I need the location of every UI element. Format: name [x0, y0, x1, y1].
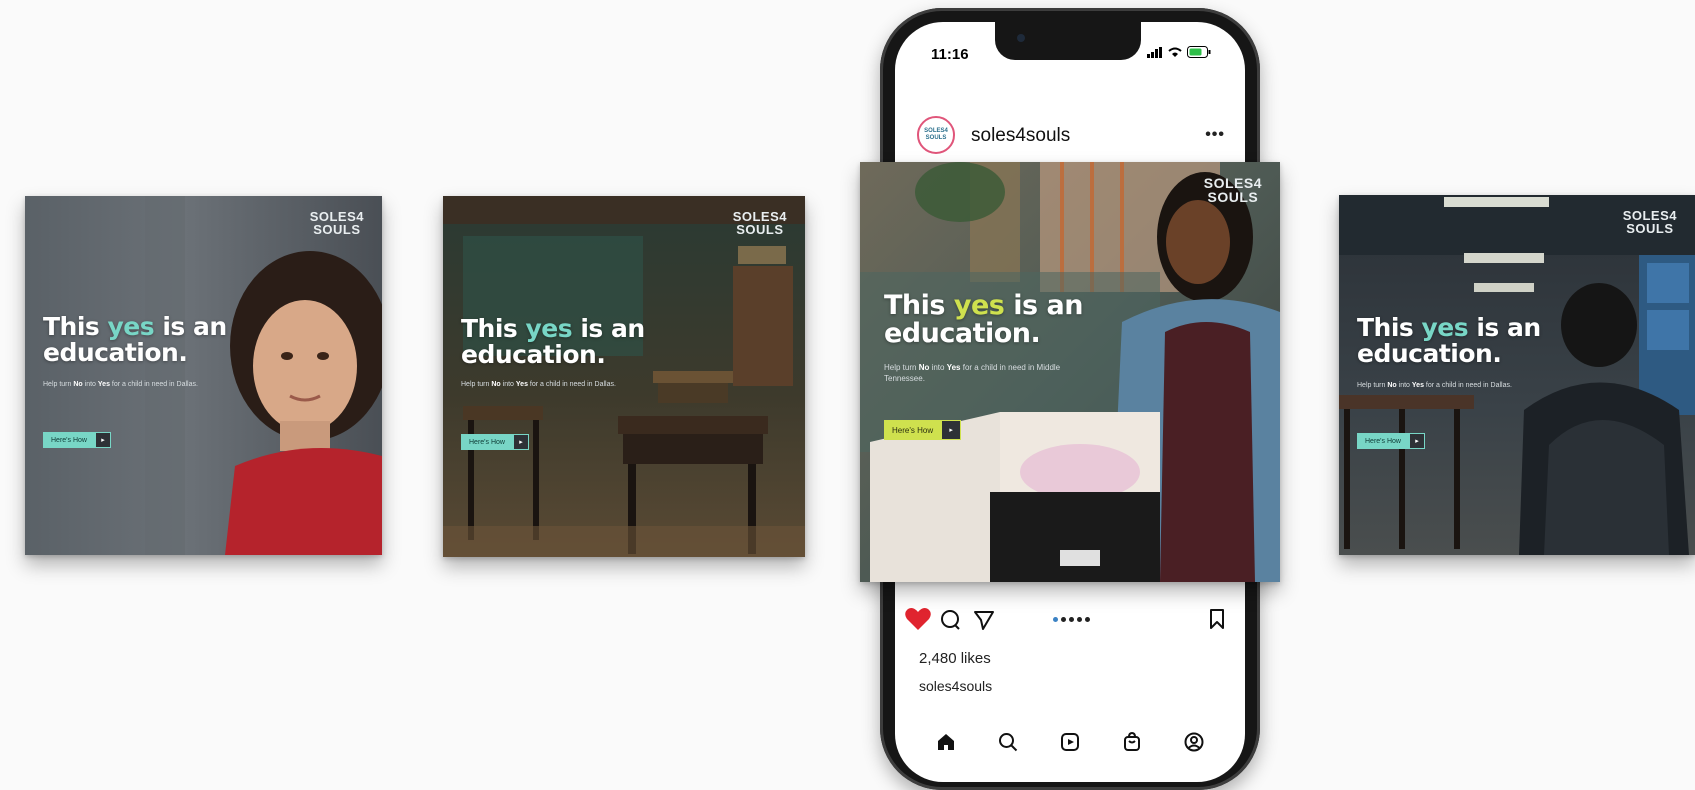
card-headline: This yes is an education. [884, 290, 1083, 349]
camera-icon [1017, 34, 1025, 42]
avatar[interactable]: SOLES4 SOULS [917, 116, 955, 154]
post-actions [895, 605, 1245, 635]
cta-label: Here's How [884, 420, 942, 440]
carousel-dot [1061, 617, 1066, 622]
cta-button[interactable]: Here's How ▸ [1357, 433, 1425, 449]
likes-count[interactable]: 2,480 likes [919, 650, 991, 667]
search-icon[interactable] [998, 732, 1018, 752]
arrow-icon: ▸ [941, 420, 962, 440]
post-card-girl: SOLES4 SOULS This yes is an education. He… [25, 196, 382, 555]
cta-button[interactable]: Here's How ▸ [43, 432, 111, 448]
signal-icon [1147, 46, 1162, 58]
arrow-icon: ▸ [1408, 433, 1425, 449]
post-card-classroom: SOLES4 SOULS This yes is an education. He… [443, 196, 805, 557]
username[interactable]: soles4souls [971, 125, 1070, 147]
cta-label: Here's How [43, 432, 95, 448]
hallway-photo [1339, 195, 1695, 555]
brand-logo: SOLES4 SOULS [1622, 208, 1677, 236]
card-copy: Help turn No into Yes for a child in nee… [43, 381, 198, 388]
cta-label: Here's How [1357, 433, 1409, 449]
reels-icon[interactable] [1060, 732, 1080, 752]
share-icon[interactable] [973, 609, 995, 631]
bottom-tab-bar [895, 722, 1245, 762]
status-icons [1147, 46, 1211, 58]
cta-button[interactable]: Here's How ▸ [461, 434, 529, 450]
carousel-dot [1077, 617, 1082, 622]
classroom-photo [443, 196, 805, 557]
carousel-dot [1069, 617, 1074, 622]
featured-post-card: SOLES4 SOULS This yes is an education. He… [860, 162, 1280, 582]
card-copy: Help turn No into Yes for a child in nee… [461, 381, 616, 388]
profile-icon[interactable] [1184, 732, 1204, 752]
more-options-icon[interactable]: ••• [1205, 126, 1225, 144]
comment-icon[interactable] [939, 609, 961, 631]
brand-logo: SOLES4 SOULS [1203, 175, 1262, 205]
card-copy: Help turn No into Yes for a child in nee… [884, 363, 1061, 383]
cta-button[interactable]: Here's How ▸ [884, 420, 962, 440]
arrow-icon: ▸ [512, 434, 529, 450]
brand-logo: SOLES4 SOULS [732, 209, 787, 237]
wifi-icon [1168, 47, 1182, 57]
home-icon[interactable] [936, 732, 956, 752]
post-card-hallway: SOLES4 SOULS This yes is an education. He… [1339, 195, 1695, 555]
card-headline: This yes is an education. [43, 312, 227, 367]
shop-icon[interactable] [1122, 732, 1142, 752]
battery-icon [1187, 46, 1211, 58]
caption-username[interactable]: soles4souls [919, 678, 992, 694]
card-headline: This yes is an education. [461, 314, 645, 369]
carousel-dot [1085, 617, 1090, 622]
card-copy: Help turn No into Yes for a child in nee… [1357, 382, 1512, 389]
carousel-dots [1053, 617, 1090, 622]
carousel-dot [1053, 617, 1058, 622]
girl-photo [25, 196, 382, 555]
card-headline: This yes is an education. [1357, 313, 1541, 368]
status-time: 11:16 [931, 46, 969, 63]
brand-logo: SOLES4 SOULS [309, 209, 364, 237]
bookmark-icon[interactable] [1209, 609, 1225, 629]
phone-notch [995, 22, 1141, 60]
heart-icon[interactable] [905, 607, 931, 631]
cta-label: Here's How [461, 434, 513, 450]
arrow-icon: ▸ [94, 432, 111, 448]
